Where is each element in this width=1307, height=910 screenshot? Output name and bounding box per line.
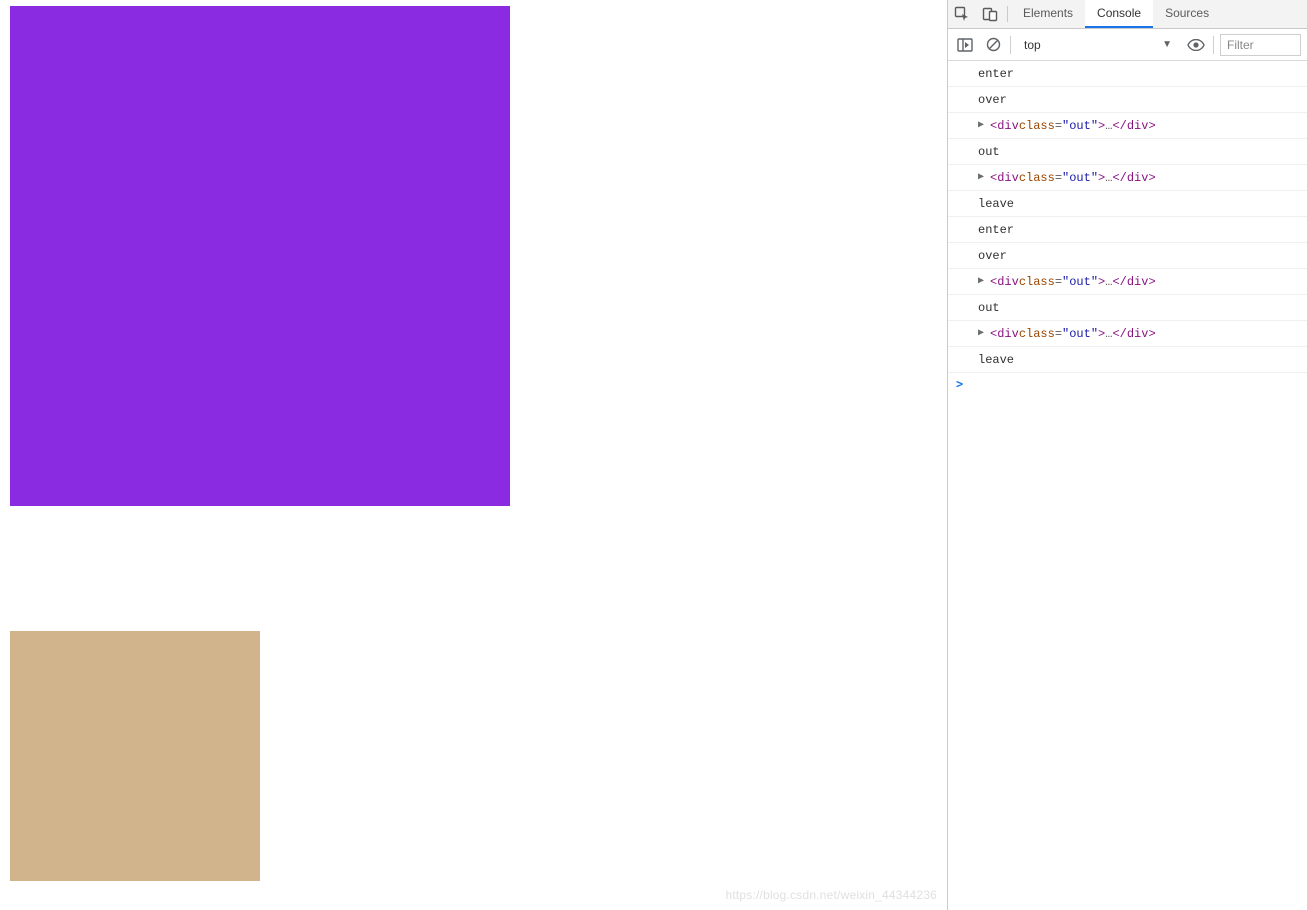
tab-elements-label: Elements [1023, 6, 1073, 20]
log-text-row[interactable]: out [948, 139, 1307, 165]
filter-input[interactable] [1220, 34, 1301, 56]
tabstrip-divider [1007, 6, 1008, 22]
tab-elements[interactable]: Elements [1011, 0, 1085, 28]
toolbar-divider [1010, 36, 1011, 54]
page-viewport: https://blog.csdn.net/weixin_44344236 [0, 0, 947, 910]
log-text-row[interactable]: enter [948, 61, 1307, 87]
console-prompt[interactable]: > [948, 373, 1307, 395]
console-sidebar-toggle-icon[interactable] [954, 34, 976, 56]
context-selector-label: top [1024, 38, 1041, 52]
log-element-row[interactable]: ▶<div class="out">…</div> [948, 165, 1307, 191]
expand-triangle-icon[interactable]: ▶ [978, 119, 988, 131]
clear-console-icon[interactable] [982, 34, 1004, 56]
tab-sources-label: Sources [1165, 6, 1209, 20]
prompt-chevron-icon: > [956, 377, 963, 391]
log-element-row[interactable]: ▶<div class="out">…</div> [948, 113, 1307, 139]
live-expression-icon[interactable] [1185, 34, 1207, 56]
context-selector[interactable]: top ▼ [1017, 34, 1179, 56]
log-text-row[interactable]: leave [948, 347, 1307, 373]
log-text-row[interactable]: over [948, 243, 1307, 269]
console-body[interactable]: enterover▶<div class="out">…</div>out▶<d… [948, 61, 1307, 910]
log-element-row[interactable]: ▶<div class="out">…</div> [948, 321, 1307, 347]
log-text-row[interactable]: out [948, 295, 1307, 321]
device-toolbar-icon[interactable] [976, 0, 1004, 28]
expand-triangle-icon[interactable]: ▶ [978, 171, 988, 183]
log-text-row[interactable]: over [948, 87, 1307, 113]
log-text-row[interactable]: enter [948, 217, 1307, 243]
devtools-tabstrip: Elements Console Sources [948, 0, 1307, 29]
expand-triangle-icon[interactable]: ▶ [978, 327, 988, 339]
tab-sources[interactable]: Sources [1153, 0, 1221, 28]
devtools-panel: Elements Console Sources top ▼ [947, 0, 1307, 910]
log-list: enterover▶<div class="out">…</div>out▶<d… [948, 61, 1307, 373]
tab-console[interactable]: Console [1085, 0, 1153, 28]
inner-box[interactable] [10, 631, 260, 881]
tab-console-label: Console [1097, 6, 1141, 20]
toolbar-divider-2 [1213, 36, 1214, 54]
chevron-down-icon: ▼ [1162, 39, 1172, 50]
log-text-row[interactable]: leave [948, 191, 1307, 217]
console-toolbar: top ▼ [948, 29, 1307, 61]
watermark-text: https://blog.csdn.net/weixin_44344236 [725, 888, 937, 902]
log-element-row[interactable]: ▶<div class="out">…</div> [948, 269, 1307, 295]
outer-box[interactable] [10, 6, 510, 506]
inspect-element-icon[interactable] [948, 0, 976, 28]
expand-triangle-icon[interactable]: ▶ [978, 275, 988, 287]
